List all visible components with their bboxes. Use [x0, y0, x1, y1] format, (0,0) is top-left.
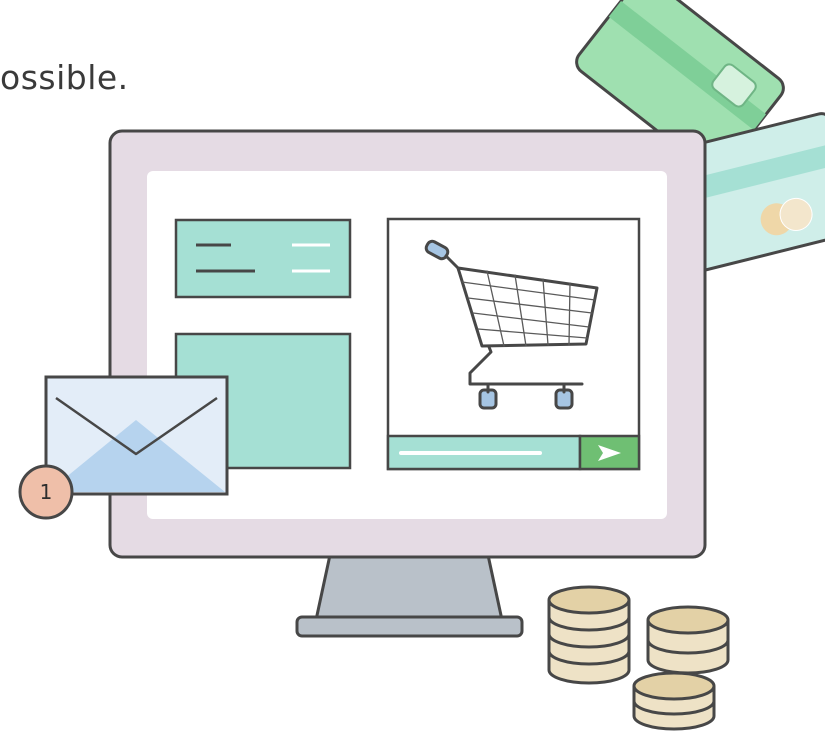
envelope-icon: [44, 375, 229, 496]
info-card: [174, 218, 352, 299]
checkout-bar: [386, 434, 582, 471]
monitor-stand: [295, 553, 524, 638]
illustration: [18, 0, 825, 731]
coin-stack-icon: [646, 605, 730, 675]
coin-stack-icon: [632, 671, 716, 731]
send-arrow-icon: [578, 434, 641, 471]
notification-count: 1: [39, 480, 53, 504]
coin-stack-icon: [547, 585, 631, 685]
